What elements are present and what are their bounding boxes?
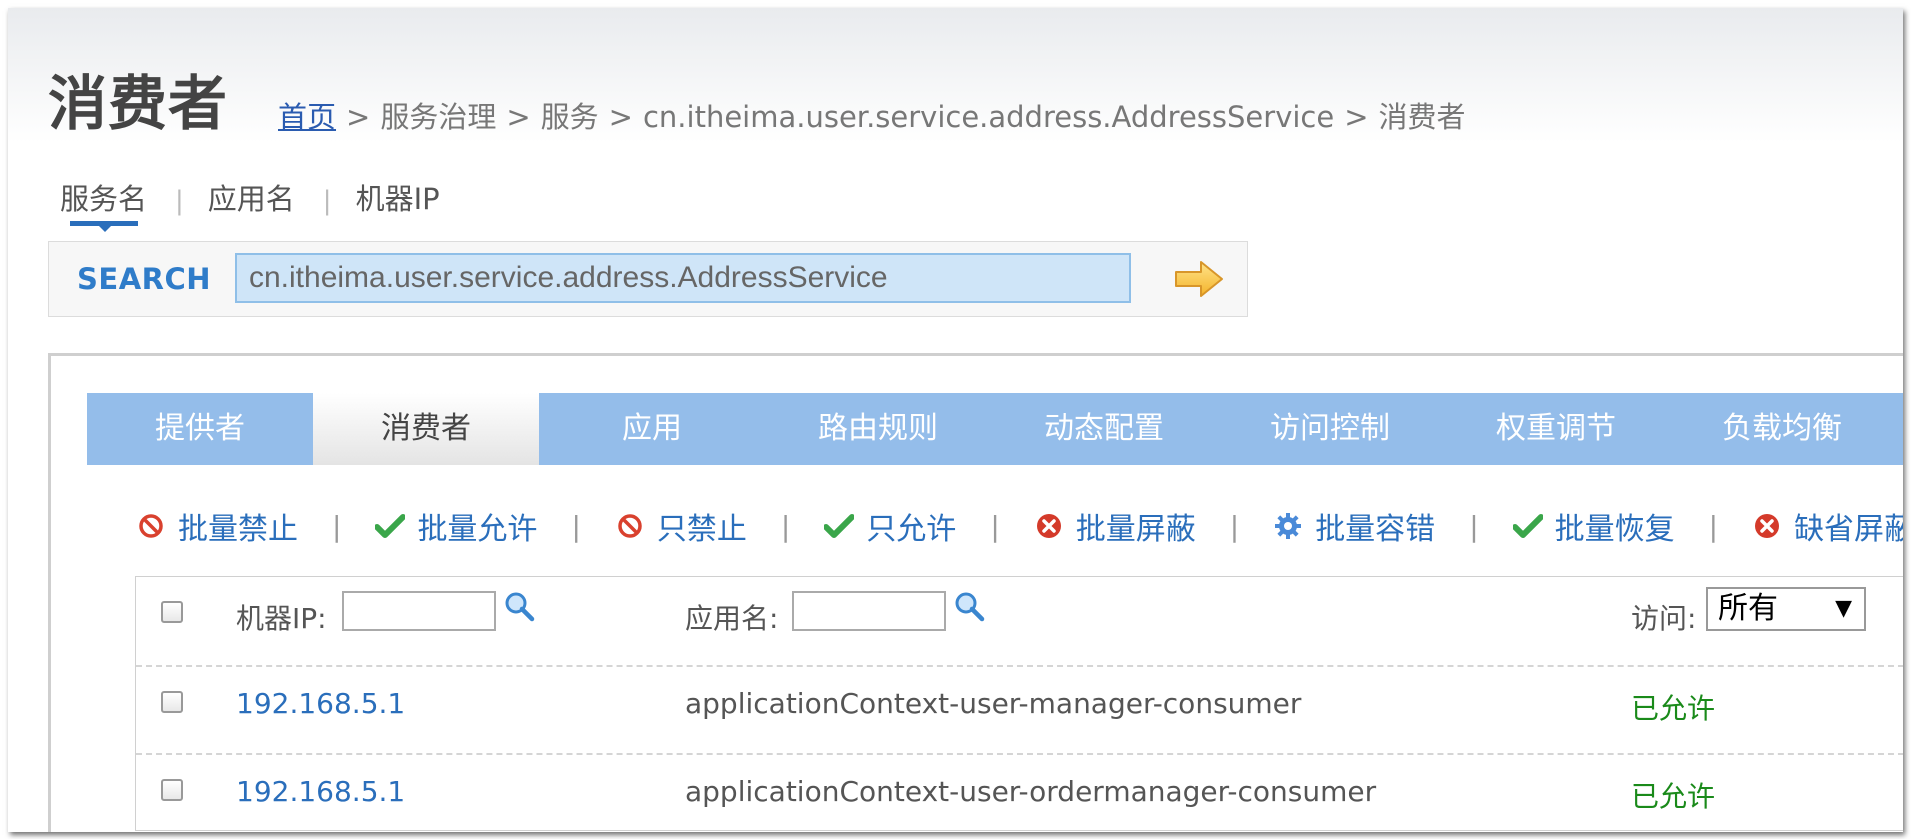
search-icon[interactable] [504,591,536,623]
search-icon[interactable] [954,591,986,623]
forbid-icon [615,511,645,541]
x-circle-icon [1752,511,1782,541]
tab-access-control[interactable]: 访问控制 [1217,393,1443,465]
divider: | [990,509,1000,543]
tab-consumers[interactable]: 消费者 [313,393,539,465]
action-label: 批量允许 [417,512,538,547]
ip-filter-input[interactable] [342,591,496,631]
action-label: 只允许 [866,512,957,547]
search-tab-app[interactable]: 应用名 [208,182,295,216]
check-icon [824,511,855,541]
action-label: 批量禁止 [178,512,298,547]
access-status: 已允许 [1631,780,1716,813]
access-filter-select[interactable]: 所有 ▼ [1706,587,1866,631]
tab-applications[interactable]: 应用 [539,393,765,465]
consumer-app-name: applicationContext-user-manager-consumer [685,687,1302,720]
breadcrumb-separator: > [1344,100,1369,134]
search-tab-service[interactable]: 服务名 [60,182,147,216]
action-label: 批量容错 [1315,512,1436,547]
row-checkbox[interactable] [161,691,183,713]
divider: | [1708,509,1719,543]
batch-mask-button[interactable]: 批量屏蔽 [1034,504,1196,548]
app-filter-label: 应用名: [685,602,779,635]
search-mode-tabs: 服务名 | 应用名 | 机器IP [60,176,440,218]
chevron-down-icon: ▼ [1835,596,1852,621]
action-label: 只禁止 [656,512,747,547]
x-circle-icon [1034,511,1064,541]
divider: | [332,509,342,543]
divider: | [1469,509,1479,543]
breadcrumb-item: 服务 [540,100,599,134]
row-checkbox[interactable] [161,779,183,801]
page-title: 消费者 [48,69,229,138]
gear-icon [1273,511,1303,541]
breadcrumb-item: 消费者 [1378,100,1466,134]
main-tabs: 提供者 消费者 应用 路由规则 动态配置 访问控制 权重调节 负载均衡 [87,393,1903,465]
breadcrumb-separator: > [506,100,531,134]
batch-actions-bar: 批量禁止 | 批量允许 | 只禁止 | 只允许 | 批量屏蔽 | 批量容错 | … [136,504,1903,548]
access-filter-value: 所有 [1718,591,1778,626]
tab-dynamic-config[interactable]: 动态配置 [991,393,1217,465]
app-filter-input[interactable] [792,591,946,631]
access-status: 已允许 [1631,692,1716,725]
forbid-only-button[interactable]: 只禁止 [615,504,747,548]
search-label: SEARCH [77,262,212,296]
table-row: 192.168.5.1 applicationContext-user-orde… [136,753,1903,832]
check-icon [375,511,406,541]
divider: | [780,509,791,543]
breadcrumb-separator: > [608,100,633,134]
table-filter-row: 机器IP: 应用名: 访问: 所有 ▼ [136,577,1903,663]
default-mask-button[interactable]: 缺省屏蔽 [1752,504,1903,548]
active-tab-arrow [99,226,111,232]
ip-filter-label: 机器IP: [236,602,327,635]
search-tab-ip[interactable]: 机器IP [356,182,440,216]
tab-load-balance[interactable]: 负载均衡 [1669,393,1895,465]
tab-weights[interactable]: 权重调节 [1443,393,1669,465]
select-all-checkbox[interactable] [161,601,183,623]
breadcrumb-separator: > [346,100,371,134]
breadcrumb-home-link[interactable]: 首页 [278,100,336,134]
breadcrumb-item: cn.itheima.user.service.address.AddressS… [642,100,1335,134]
access-filter-label: 访问: [1631,602,1697,635]
action-label: 缺省屏蔽 [1794,512,1903,547]
breadcrumb-item: 服务治理 [380,100,497,134]
divider: | [322,186,332,216]
arrow-right-icon[interactable] [1173,258,1225,300]
batch-fault-tolerance-button[interactable]: 批量容错 [1273,504,1435,548]
forbid-icon [136,511,166,541]
batch-restore-button[interactable]: 批量恢复 [1512,504,1675,548]
page-frame: 消费者 首页 > 服务治理 > 服务 > cn.itheima.user.service.a… [8,8,1903,832]
divider: | [175,186,184,216]
check-icon [1512,511,1543,541]
breadcrumb: 首页 > 服务治理 > 服务 > cn.itheima.user.service.addre… [278,94,1466,136]
tab-providers[interactable]: 提供者 [87,393,313,465]
divider: | [1229,509,1240,543]
search-box: SEARCH [48,241,1248,317]
action-label: 批量恢复 [1554,512,1675,547]
search-input[interactable] [235,253,1131,303]
batch-forbid-button[interactable]: 批量禁止 [136,504,298,548]
consumer-app-name: applicationContext-user-ordermanager-con… [685,775,1377,808]
batch-allow-button[interactable]: 批量允许 [375,504,537,548]
consumer-table: 机器IP: 应用名: 访问: 所有 ▼ 192.168.5.1 applicat… [135,576,1903,831]
table-row: 192.168.5.1 applicationContext-user-mana… [136,665,1903,753]
consumer-ip-link[interactable]: 192.168.5.1 [236,775,405,808]
allow-only-button[interactable]: 只允许 [824,504,956,548]
action-label: 批量屏蔽 [1075,512,1196,547]
consumer-ip-link[interactable]: 192.168.5.1 [236,687,405,720]
divider: | [571,509,581,543]
tab-routes[interactable]: 路由规则 [765,393,991,465]
